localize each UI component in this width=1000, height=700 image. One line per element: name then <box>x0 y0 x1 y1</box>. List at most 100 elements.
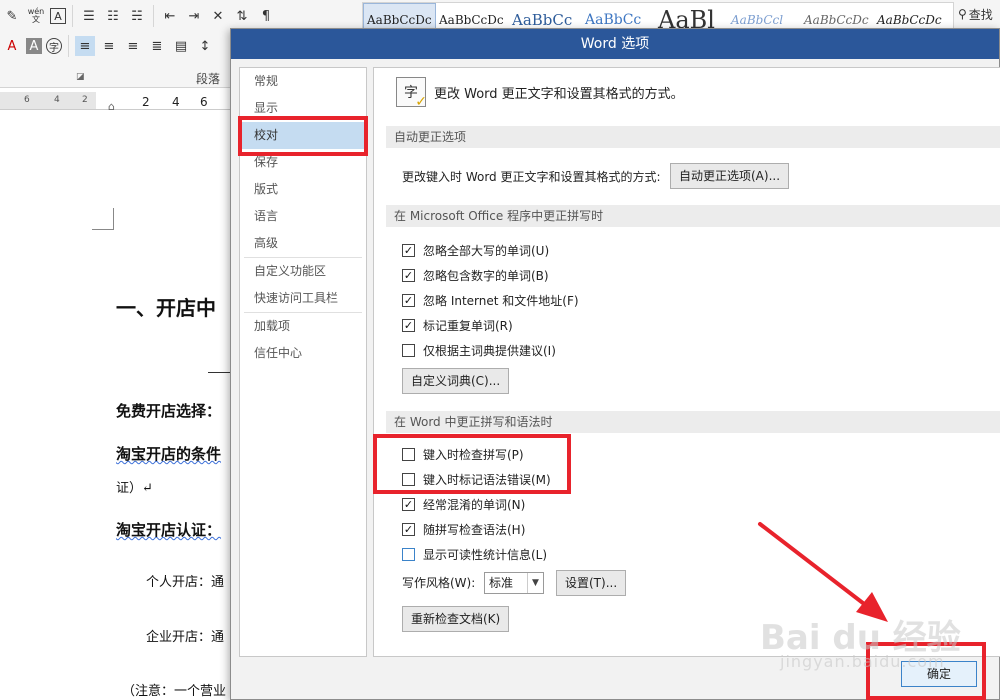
option-ignore-uppercase[interactable]: ✓ 忽略全部大写的单词(U) <box>402 239 549 261</box>
find-label: 查找 <box>968 7 993 22</box>
nav-quick-access-toolbar[interactable]: 快速访问工具栏 <box>240 285 366 312</box>
increase-indent-icon[interactable]: ⇥ <box>184 6 204 26</box>
ruler-number: 2 <box>82 95 88 105</box>
align-center-icon[interactable]: ≡ <box>99 36 119 56</box>
enclose-char-icon[interactable]: 字 <box>46 38 62 54</box>
section-word-header: 在 Word 中更正拼写和语法时 <box>386 411 1000 433</box>
checkbox[interactable]: ✓ <box>402 522 415 536</box>
writing-style-label: 写作风格(W): <box>402 576 476 590</box>
checkbox[interactable]: ✓ <box>402 293 415 307</box>
option-flag-repeated[interactable]: ✓ 标记重复单词(R) <box>402 314 513 336</box>
phonetic-guide-icon[interactable]: wén 文 <box>26 6 46 26</box>
option-label: 忽略包含数字的单词(B) <box>423 268 549 283</box>
decrease-indent-icon[interactable]: ⇤ <box>160 6 180 26</box>
option-ignore-internet[interactable]: ✓ 忽略 Internet 和文件地址(F) <box>402 289 579 311</box>
align-right-icon[interactable]: ≡ <box>123 36 143 56</box>
asian-layout-icon[interactable]: ✕ <box>208 6 228 26</box>
doc-line: 淘宝开店认证： <box>116 521 222 539</box>
checkbox[interactable]: ✓ <box>402 268 415 282</box>
align-left-icon[interactable]: ≡ <box>75 36 95 56</box>
option-label: 显示可读性统计信息(L) <box>423 547 548 562</box>
checkbox[interactable] <box>402 343 415 357</box>
doc-line: （注意：一个营业 <box>122 684 227 699</box>
writing-style-select[interactable]: 标准 ▼ <box>484 572 544 594</box>
checkbox[interactable] <box>402 547 415 561</box>
baidu-watermark-url: jingyan.baidu.com <box>780 652 945 671</box>
show-marks-icon[interactable]: ¶ <box>256 6 276 26</box>
option-confused-words[interactable]: ✓ 经常混淆的单词(N) <box>402 493 525 515</box>
option-label: 忽略 Internet 和文件地址(F) <box>423 293 579 308</box>
char-border-icon[interactable]: A <box>50 8 66 24</box>
writing-settings-button[interactable]: 设置(T)... <box>556 570 627 596</box>
checkbox[interactable]: ✓ <box>402 243 415 257</box>
ribbon-separator <box>68 35 69 57</box>
nav-add-ins[interactable]: 加载项 <box>240 313 366 340</box>
char-shading-icon[interactable]: A <box>26 38 42 54</box>
ruler-number: 4 <box>54 95 60 105</box>
font-color-icon[interactable]: A <box>2 36 22 56</box>
highlight-spelling-options <box>373 434 571 494</box>
chevron-down-icon: ▼ <box>527 573 543 593</box>
ribbon-row-paragraph: A A 字 ≡ ≡ ≡ ≣ ▤ ↕ <box>0 32 217 60</box>
doc-rule <box>208 372 230 373</box>
multilevel-list-icon[interactable]: ☵ <box>127 6 147 26</box>
option-label: 随拼写检查语法(H) <box>423 522 526 537</box>
doc-line: 淘宝开店的条件 <box>116 445 222 463</box>
doc-line: 个人开店：通 <box>146 575 225 590</box>
option-label: 忽略全部大写的单词(U) <box>423 243 550 258</box>
paragraph-group-label: 段落 <box>196 72 221 86</box>
highlight-proofing-nav <box>238 116 368 156</box>
justify-icon[interactable]: ≣ <box>147 36 167 56</box>
ruler-number: 6 <box>24 95 30 105</box>
option-label: 标记重复单词(R) <box>423 318 513 333</box>
option-main-dictionary[interactable]: 仅根据主词典提供建议(I) <box>402 339 556 361</box>
ruler-number: 4 <box>172 95 180 109</box>
ruler-number: 2 <box>142 95 150 109</box>
option-grammar-with-spelling[interactable]: ✓ 随拼写检查语法(H) <box>402 518 525 540</box>
checkbox[interactable]: ✓ <box>402 497 415 511</box>
proofing-abc-icon: 字 ✓ <box>396 77 427 110</box>
section-office-header: 在 Microsoft Office 程序中更正拼写时 <box>386 205 1000 227</box>
nav-customize-ribbon[interactable]: 自定义功能区 <box>240 258 366 285</box>
eraser-icon[interactable]: ✎ <box>2 6 22 26</box>
nav-layout[interactable]: 版式 <box>240 176 366 203</box>
ruler-text-area[interactable]: 2 4 6 <box>96 92 230 110</box>
dialog-title[interactable]: Word 选项 <box>231 29 999 59</box>
font-dialog-launcher-icon[interactable]: ◪ <box>76 72 85 82</box>
doc-line: 证）↵ <box>116 481 153 496</box>
sort-icon[interactable]: ⇅ <box>232 6 252 26</box>
autocorrect-options-button[interactable]: 自动更正选项(A)... <box>670 163 790 189</box>
autocorrect-label: 更改键入时 Word 更正文字和设置其格式的方式: <box>402 169 661 184</box>
checkbox[interactable]: ✓ <box>402 318 415 332</box>
nav-advanced[interactable]: 高级 <box>240 230 366 257</box>
nav-language[interactable]: 语言 <box>240 203 366 230</box>
line-spacing-icon[interactable]: ↕ <box>195 36 215 56</box>
ribbon-separator <box>72 5 73 27</box>
ribbon-row-font: ✎ wén 文 A ☰ ☷ ☵ ⇤ ⇥ ✕ ⇅ ¶ <box>0 2 278 30</box>
find-button[interactable]: ⚲ 查找 <box>958 2 1000 26</box>
recheck-document-button[interactable]: 重新检查文档(K) <box>402 606 510 632</box>
proofing-pane: 字 ✓ 更改 Word 更正文字和设置其格式的方式。 自动更正选项 更改键入时 W… <box>373 67 1000 657</box>
option-ignore-numbers[interactable]: ✓ 忽略包含数字的单词(B) <box>402 264 549 286</box>
doc-line: 免费开店选择： <box>116 402 222 420</box>
bullets-icon[interactable]: ☰ <box>79 6 99 26</box>
option-label: 仅根据主词典提供建议(I) <box>423 343 556 358</box>
option-readability[interactable]: 显示可读性统计信息(L) <box>402 543 547 565</box>
proofing-intro: 字 ✓ 更改 Word 更正文字和设置其格式的方式。 <box>396 76 684 110</box>
section-autocorrect-header: 自动更正选项 <box>386 126 1000 148</box>
binoculars-icon: ⚲ <box>958 7 967 21</box>
doc-line: 企业开店：通 <box>146 630 225 645</box>
writing-style-value: 标准 <box>489 576 514 590</box>
margin-corner-mark <box>92 208 114 230</box>
nav-general[interactable]: 常规 <box>240 68 366 95</box>
intro-text: 更改 Word 更正文字和设置其格式的方式。 <box>434 86 684 102</box>
ruler-number: 6 <box>200 95 208 109</box>
option-label: 经常混淆的单词(N) <box>423 497 526 512</box>
doc-heading: 一、开店中 <box>116 296 216 320</box>
distributed-icon[interactable]: ▤ <box>171 36 191 56</box>
ribbon-separator <box>153 5 154 27</box>
nav-trust-center[interactable]: 信任中心 <box>240 340 366 367</box>
custom-dictionaries-button[interactable]: 自定义词典(C)... <box>402 368 510 394</box>
numbering-icon[interactable]: ☷ <box>103 6 123 26</box>
check-pen-icon: ✓ <box>415 94 427 110</box>
